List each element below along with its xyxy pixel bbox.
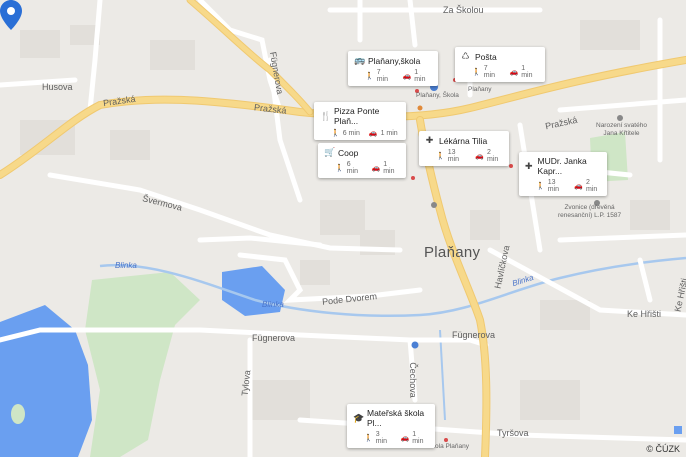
drive-time: 1 min [521, 65, 533, 79]
road-label: Fügnerova [452, 330, 496, 340]
road-label: Husova [42, 82, 73, 92]
walk-time: 3 min [375, 431, 387, 445]
location-pin-icon[interactable] [0, 0, 22, 30]
drive-time: 2 min [585, 179, 598, 193]
town-label: Plaňany [424, 244, 481, 261]
poi-card-coop[interactable]: 🛒 Coop 🚶 6 min 🚗 1 min [318, 143, 406, 178]
poi-label: Narození svatého Jana Křtitele [596, 122, 647, 137]
map-view[interactable]: Za Školou Husova Pražská Pražská Pražská… [0, 0, 686, 457]
walk-icon: 🚶 [335, 165, 344, 172]
car-icon: 🚗 [400, 435, 410, 442]
bus-icon: 🚌 [354, 55, 366, 65]
pharmacy-icon: ✚ [425, 135, 434, 145]
road-label: Fügnerova [252, 333, 296, 343]
car-icon: 🚗 [402, 73, 412, 80]
walk-time: 7 min [376, 69, 388, 83]
walk-time: 7 min [483, 65, 495, 79]
medical-icon: ✚ [525, 160, 533, 171]
walk-icon: 🚶 [364, 435, 373, 442]
walk-icon: 🚶 [436, 153, 445, 160]
poi-card-pizza[interactable]: 🍴 Pizza Ponte Plaň... 🚶 6 min 🚗 1 min [314, 102, 406, 140]
drive-time: 1 min [380, 129, 398, 137]
walk-time: 13 min [447, 149, 459, 163]
poi-marker [431, 202, 437, 208]
card-title: Lékárna Tilia [439, 135, 488, 146]
walk-time: 6 min [346, 161, 358, 175]
map-canvas[interactable] [0, 0, 686, 457]
road-label: Za Školou [443, 5, 484, 15]
car-icon: 🚗 [371, 165, 381, 172]
walk-time: 13 min [547, 179, 559, 193]
map-attribution: © ČÚZK [646, 444, 680, 454]
poi-card-kindergarten[interactable]: 🎓 Mateřská škola Pl... 🚶 3 min 🚗 1 min [347, 404, 435, 448]
card-title: Mateřská škola Pl... [367, 408, 425, 428]
poi-card-post[interactable]: ♺ Pošta 🚶 7 min 🚗 1 min [455, 47, 545, 82]
road-label: Čechova [407, 362, 418, 398]
poi-card-doctor[interactable]: ✚ MUDr. Janka Kapr... 🚶 13 min 🚗 2 min [519, 152, 607, 196]
card-title: Coop [338, 147, 359, 158]
water-label: Blinka [262, 300, 284, 309]
poi-marker [417, 105, 423, 111]
road-label: Ke Hřišti [627, 309, 662, 319]
road-label: Tyršova [497, 428, 529, 438]
card-title: Pizza Ponte Plaň... [334, 106, 380, 126]
poi-card-bus-stop[interactable]: 🚌 Plaňany,škola 🚶 7 min 🚗 1 min [348, 51, 438, 86]
drive-time: 2 min [487, 149, 499, 163]
walk-icon: 🚶 [331, 130, 340, 137]
water-label: Blinka [115, 261, 137, 270]
card-title: Pošta [475, 51, 497, 62]
island [11, 404, 25, 424]
walk-icon: 🚶 [472, 69, 481, 76]
cart-icon: 🛒 [324, 147, 336, 157]
drive-time: 1 min [412, 431, 424, 445]
car-icon: 🚗 [368, 130, 378, 137]
car-icon: 🚗 [475, 153, 485, 160]
walk-icon: 🚶 [365, 73, 374, 80]
poi-marker [411, 341, 419, 349]
walk-time: 6 min [342, 129, 360, 137]
walk-icon: 🚶 [536, 183, 545, 190]
car-icon: 🚗 [509, 69, 519, 76]
car-icon: 🚗 [574, 183, 583, 190]
restaurant-icon: 🍴 [320, 110, 332, 121]
drive-time: 1 min [414, 69, 426, 83]
poi-card-pharmacy[interactable]: ✚ Lékárna Tilia 🚶 13 min 🚗 2 min [419, 131, 509, 166]
poi-marker [617, 115, 623, 121]
post-icon: ♺ [461, 51, 470, 61]
school-icon: 🎓 [353, 412, 365, 423]
poi-label: Plaňany [468, 86, 492, 93]
poi-marker [674, 426, 682, 434]
drive-time: 1 min [383, 161, 395, 175]
poi-label: Zvonice (dřevěná renesanční) L.P. 1587 [558, 204, 622, 219]
card-title: Plaňany,škola [368, 55, 421, 66]
poi-label: Plaňany, Škola [416, 92, 459, 99]
card-title: MUDr. Janka Kapr... [537, 156, 587, 176]
